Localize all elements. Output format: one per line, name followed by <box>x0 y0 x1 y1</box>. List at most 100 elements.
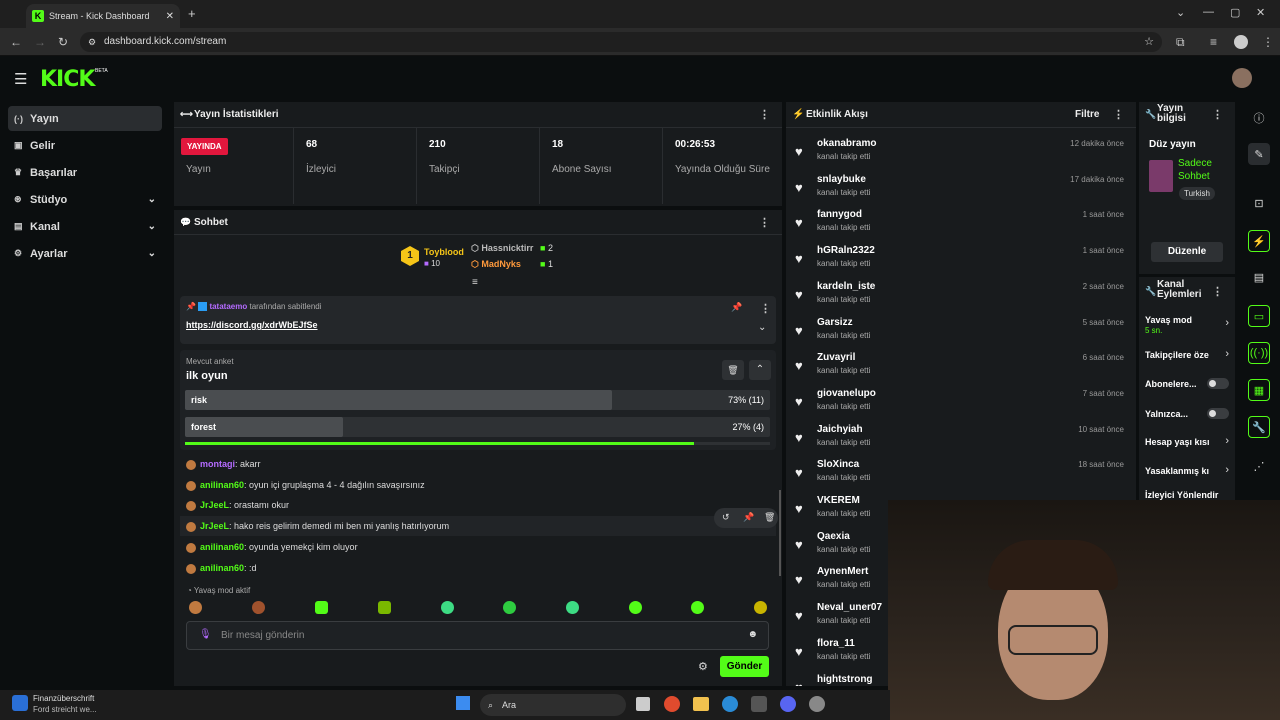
discord-icon[interactable] <box>780 696 796 712</box>
filter-button[interactable]: Filtre <box>1075 109 1099 120</box>
edit-icon[interactable]: ✎ <box>1248 143 1270 165</box>
reading-list-icon[interactable]: ≡ <box>1210 35 1217 49</box>
emote-icon[interactable] <box>503 601 516 614</box>
delete-poll-icon[interactable]: 🗑 <box>722 360 744 380</box>
sidebar-item-kanal[interactable]: ▤ Kanal ⌄ <box>8 214 162 239</box>
taskbar-search[interactable]: ⌕ Ara <box>480 694 626 716</box>
pinned-by-user[interactable]: tatataemo <box>209 302 247 311</box>
event-username[interactable]: fannygod <box>817 209 862 220</box>
emote-icon[interactable] <box>754 601 767 614</box>
chrome-icon[interactable] <box>664 696 680 712</box>
chevron-down-icon[interactable]: ⌄ <box>758 322 766 333</box>
sidebar-item-studyo[interactable]: ⊛ Stüdyo ⌄ <box>8 187 162 212</box>
event-username[interactable]: AynenMert <box>817 566 868 577</box>
delete-icon[interactable]: 🗑 <box>764 512 775 523</box>
leader2-row[interactable]: ⬡ Hassnicktirr <box>471 243 533 254</box>
sidebar-item-gelir[interactable]: ▣ Gelir <box>8 133 162 158</box>
chat-settings-icon[interactable]: ⚙ <box>698 660 708 673</box>
timeout-icon[interactable]: ↺ <box>722 512 730 523</box>
edit-button[interactable]: Düzenle <box>1151 242 1223 262</box>
event-item[interactable]: ♥ hGRaln2322 kanalı takip etti 1 saat önce <box>795 245 1130 277</box>
obs-icon[interactable] <box>809 696 825 712</box>
chat-message[interactable]: anilinan60: oyunda yemekçi kim oluyor <box>186 542 358 553</box>
emote-icon[interactable] <box>378 601 391 614</box>
chat-message[interactable]: JrJeeL: orastamı okur <box>186 500 289 511</box>
chat-username[interactable]: anilinan60 <box>200 563 244 573</box>
event-item[interactable]: ♥ giovanelupo kanalı takip etti 7 saat önce <box>795 388 1130 420</box>
layout-icon[interactable]: ▦ <box>1248 379 1270 401</box>
chat-username[interactable]: montagi <box>200 459 235 469</box>
event-username[interactable]: Zuvayril <box>817 352 855 363</box>
event-username[interactable]: Qaexia <box>817 531 850 542</box>
chat-input[interactable]: 🎙 Bir mesaj gönderin ☻ <box>186 621 769 650</box>
more-options-icon[interactable]: ⋮ <box>1212 285 1223 298</box>
event-username[interactable]: Garsizz <box>817 317 853 328</box>
chat-message[interactable]: JrJeeL: hako reis gelirim demedi mi ben … <box>186 521 449 532</box>
emote-icon[interactable] <box>566 601 579 614</box>
event-username[interactable]: Jaichyiah <box>817 424 863 435</box>
lightning-icon[interactable]: ⚡ <box>1248 230 1270 252</box>
leader-name[interactable]: Toyblood <box>424 247 464 257</box>
broadcast-icon[interactable]: ((·)) <box>1248 342 1270 364</box>
store-icon[interactable] <box>751 696 767 712</box>
user-avatar[interactable] <box>1232 68 1252 88</box>
widget-icon[interactable] <box>12 695 28 711</box>
sidebar-item-yayin[interactable]: (·) Yayın <box>8 106 162 131</box>
pin-icon[interactable]: 📌 <box>743 512 754 523</box>
info-icon[interactable]: ⓘ <box>1248 107 1270 129</box>
event-username[interactable]: kardeln_iste <box>817 281 875 292</box>
event-username[interactable]: hightstrong <box>817 674 873 685</box>
unpin-icon[interactable]: 📌 <box>731 302 742 313</box>
pinned-more-icon[interactable]: ⋮ <box>760 302 771 315</box>
task-view-icon[interactable] <box>636 697 650 711</box>
document-icon[interactable]: ▤ <box>1248 266 1270 288</box>
minimize-icon[interactable]: — <box>1203 6 1214 18</box>
event-item[interactable]: ♥ Zuvayril kanalı takip etti 6 saat önce <box>795 352 1130 384</box>
chat-scrollbar[interactable] <box>779 490 781 576</box>
hamburger-menu-icon[interactable]: ☰ <box>14 70 27 88</box>
event-item[interactable]: ♥ fannygod kanalı takip etti 1 saat önce <box>795 209 1130 241</box>
event-username[interactable]: flora_11 <box>817 638 855 649</box>
kick-logo[interactable]: KICK <box>40 67 95 92</box>
microphone-icon[interactable]: 🎙 <box>199 629 212 640</box>
reload-icon[interactable]: ↻ <box>58 35 68 49</box>
chat-username[interactable]: JrJeeL <box>200 521 229 531</box>
tab-search-icon[interactable]: ⌄ <box>1176 6 1185 19</box>
event-username[interactable]: hGRaln2322 <box>817 245 875 256</box>
event-item[interactable]: ♥ Jaichyiah kanalı takip etti 10 saat önce <box>795 424 1130 456</box>
file-explorer-icon[interactable] <box>693 697 709 711</box>
emote-icon[interactable] <box>629 601 642 614</box>
extensions-icon[interactable]: ⧉ <box>1176 35 1185 50</box>
back-icon[interactable]: ← <box>10 35 22 49</box>
emote-icon[interactable] <box>189 601 202 614</box>
more-options-icon[interactable]: ⋮ <box>1113 108 1124 121</box>
chat-icon[interactable]: ▭ <box>1248 305 1270 327</box>
window-close-icon[interactable]: ✕ <box>1256 6 1265 19</box>
collapse-leaderboard-icon[interactable]: ≡ <box>472 277 478 288</box>
wrench-icon[interactable]: 🔧 <box>1248 416 1270 438</box>
share-icon[interactable]: ⋰ <box>1248 455 1270 477</box>
forward-icon[interactable]: → <box>34 35 46 49</box>
emote-icon[interactable] <box>441 601 454 614</box>
emotes-only-toggle[interactable] <box>1207 408 1229 419</box>
chat-username[interactable]: anilinan60 <box>200 480 244 490</box>
bookmark-star-icon[interactable]: ☆ <box>1144 32 1154 52</box>
more-options-icon[interactable]: ⋮ <box>759 108 770 121</box>
event-item[interactable]: ♥ snlaybuke kanalı takip etti 17 dakika önc… <box>795 174 1130 206</box>
event-username[interactable]: Neval_uner07 <box>817 602 882 613</box>
event-item[interactable]: ♥ okanabramo kanalı takip etti 12 dakika ön… <box>795 138 1130 170</box>
event-username[interactable]: VKEREM <box>817 495 860 506</box>
chat-username[interactable]: anilinan60 <box>200 542 244 552</box>
event-username[interactable]: okanabramo <box>817 138 876 149</box>
slow-mode-action[interactable]: Yavaş mod 5 sn. › <box>1145 314 1229 340</box>
close-tab-icon[interactable]: ✕ <box>166 11 174 22</box>
screenshot-icon[interactable]: ⊡ <box>1248 192 1270 214</box>
more-options-icon[interactable]: ⋮ <box>1212 108 1223 121</box>
pinned-link[interactable]: https://discord.gg/xdrWbEJfSe <box>186 320 318 330</box>
category-name[interactable]: Sadece Sohbet <box>1178 157 1228 183</box>
sidebar-item-ayarlar[interactable]: ⚙ Ayarlar ⌄ <box>8 241 162 266</box>
leader3-row[interactable]: ⬡ MadNyks <box>471 259 521 270</box>
emoji-picker-icon[interactable]: ☻ <box>747 629 758 640</box>
edge-icon[interactable] <box>722 696 738 712</box>
chat-username[interactable]: JrJeeL <box>200 500 229 510</box>
